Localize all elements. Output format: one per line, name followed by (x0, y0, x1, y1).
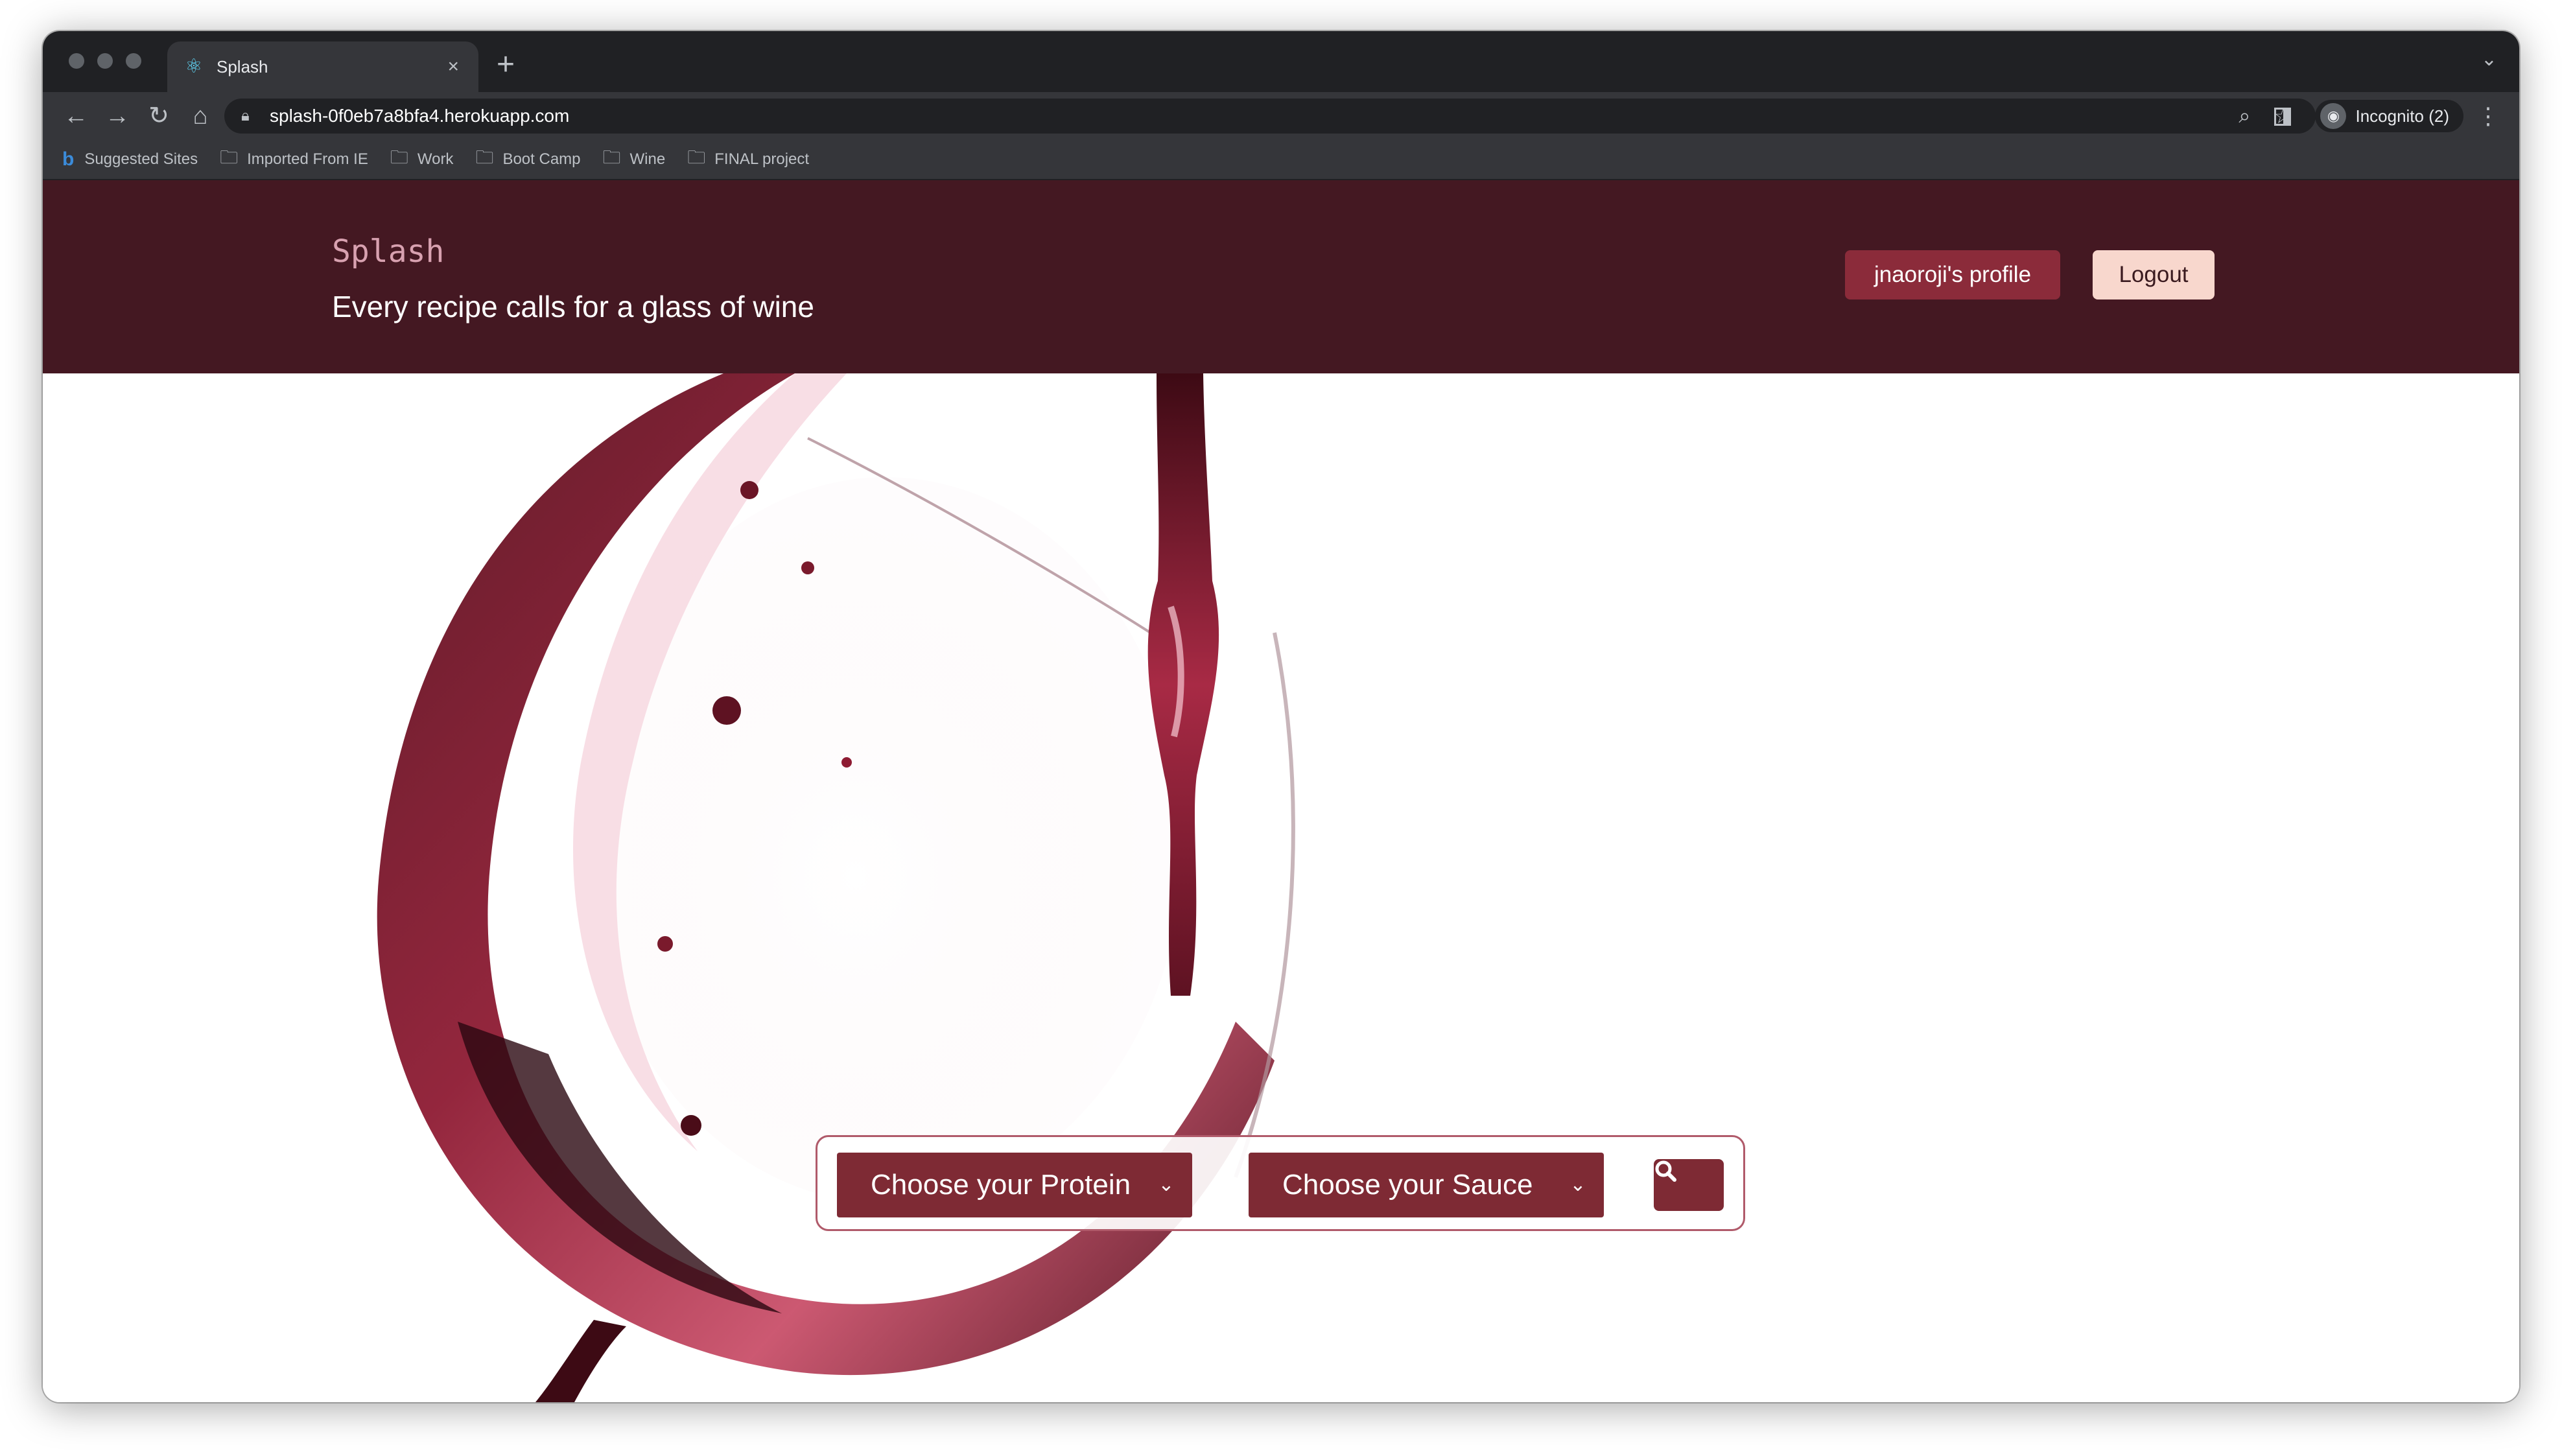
sauce-select-label: Choose your Sauce (1282, 1169, 1533, 1201)
bookmark-label: Suggested Sites (84, 150, 198, 168)
bookmark-imported-from-ie[interactable]: 🗀 Imported From IE (220, 144, 368, 175)
react-icon: ⚛ (185, 56, 203, 77)
logout-button[interactable]: Logout (2093, 250, 2215, 299)
sauce-select[interactable]: Choose your Sauce ⌄ (1249, 1153, 1604, 1217)
bookmark-label: Boot Camp (502, 150, 581, 168)
close-tab-icon[interactable]: × (447, 57, 459, 76)
back-arrow-icon[interactable]: ← (60, 100, 92, 132)
chevron-down-icon[interactable]: ⌄ (2481, 48, 2497, 71)
chevron-down-icon: ⌄ (1158, 1174, 1175, 1195)
tagline: Every recipe calls for a glass of wine (332, 290, 814, 323)
bookmark-work[interactable]: 🗀 Work (390, 144, 454, 175)
maximize-window-dot[interactable] (126, 53, 141, 69)
bing-icon: b (62, 148, 75, 170)
home-icon[interactable]: ⌂ (184, 100, 217, 132)
protein-select-label: Choose your Protein (871, 1169, 1131, 1201)
tab-strip: ⚛ Splash × + ⌄ (43, 31, 2519, 92)
side-panel-icon[interactable] (2274, 108, 2291, 126)
incognito-badge[interactable]: ◉ Incognito (2) (2315, 100, 2463, 132)
search-button[interactable] (1654, 1159, 1724, 1211)
bookmark-label: Wine (629, 150, 666, 168)
folder-icon: 🗀 (602, 147, 621, 167)
bookmark-label: Imported From IE (247, 150, 368, 168)
browser-window: ⚛ Splash × + ⌄ ← → ↻ ⌂ 🔒︎ splash-0f0eb7a… (43, 31, 2519, 1402)
bookmark-final-project[interactable]: 🗀 FINAL project (687, 144, 809, 175)
address-bar[interactable]: 🔒︎ splash-0f0eb7a8bfa4.herokuapp.com ⌕ ☆ (224, 99, 2316, 134)
chevron-down-icon: ⌄ (1569, 1174, 1586, 1195)
bookmark-suggested-sites[interactable]: b Suggested Sites (62, 148, 198, 170)
tab-splash[interactable]: ⚛ Splash × (167, 41, 478, 92)
zoom-icon[interactable]: ⌕ (2239, 104, 2250, 128)
folder-icon: 🗀 (390, 147, 408, 167)
site-header: Splash Every recipe calls for a glass of… (43, 180, 2519, 373)
recipe-search-form: Choose your Protein ⌄ Choose your Sauce … (816, 1135, 1745, 1231)
menu-kebab-icon[interactable]: ⋮ (2476, 100, 2500, 132)
incognito-label: Incognito (2) (2355, 106, 2449, 126)
lock-icon: 🔒︎ (241, 107, 250, 124)
bookmark-label: FINAL project (714, 150, 810, 168)
window-controls (69, 53, 141, 69)
wine-splash-image (377, 373, 1295, 1402)
tab-title: Splash (217, 56, 268, 76)
reload-icon[interactable]: ↻ (143, 100, 175, 132)
url-text[interactable]: splash-0f0eb7a8bfa4.herokuapp.com (270, 106, 2239, 126)
bookmark-wine[interactable]: 🗀 Wine (603, 144, 666, 175)
brand-logo[interactable]: Splash (332, 233, 444, 270)
bookmark-boot-camp[interactable]: 🗀 Boot Camp (475, 144, 580, 175)
folder-icon: 🗀 (687, 147, 706, 167)
search-icon (1655, 1160, 1676, 1182)
hero-section: Choose your Protein ⌄ Choose your Sauce … (43, 373, 2519, 1402)
incognito-icon: ◉ (2320, 103, 2347, 129)
bookmarks-bar: b Suggested Sites 🗀 Imported From IE 🗀 W… (43, 140, 2519, 180)
profile-button[interactable]: jnaoroji's profile (1845, 250, 2060, 299)
browser-toolbar: ← → ↻ ⌂ 🔒︎ splash-0f0eb7a8bfa4.herokuapp… (43, 92, 2519, 140)
close-window-dot[interactable] (69, 53, 84, 69)
forward-arrow-icon[interactable]: → (101, 100, 134, 132)
folder-icon: 🗀 (475, 147, 494, 167)
new-tab-button[interactable]: + (497, 45, 515, 84)
bookmark-label: Work (417, 150, 454, 168)
folder-icon: 🗀 (220, 147, 239, 167)
protein-select[interactable]: Choose your Protein ⌄ (837, 1153, 1192, 1217)
page-content: Splash Every recipe calls for a glass of… (43, 180, 2519, 1402)
minimize-window-dot[interactable] (97, 53, 113, 69)
